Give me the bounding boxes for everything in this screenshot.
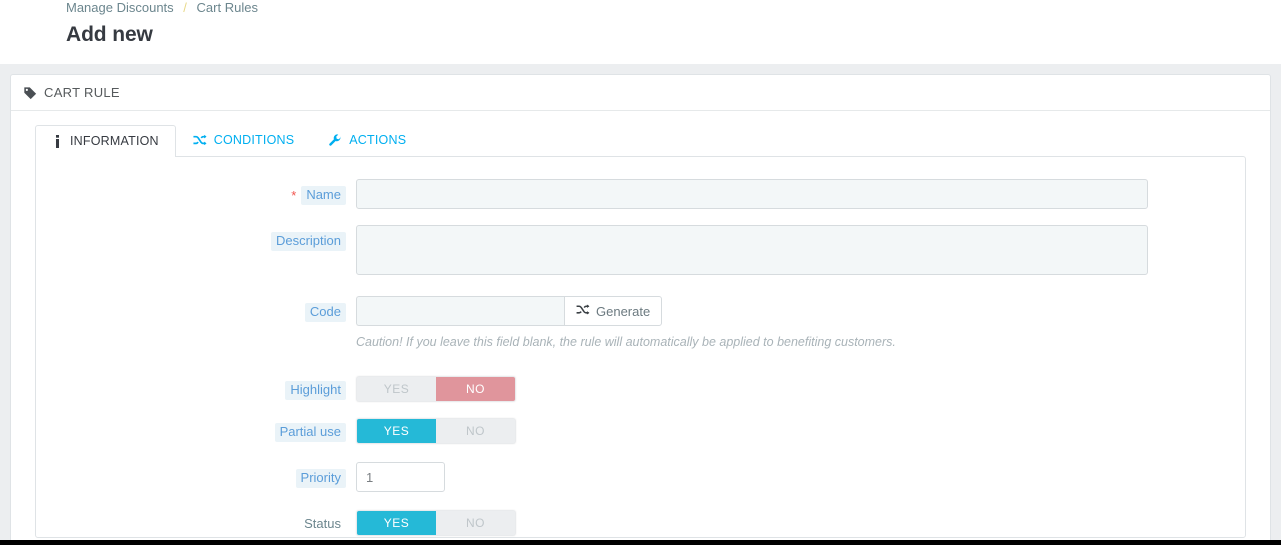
shuffle-icon: [193, 134, 207, 147]
partial-use-control: YES NO: [356, 418, 1245, 444]
tab-conditions-label: CONDITIONS: [213, 133, 295, 147]
tab-information-label: INFORMATION: [70, 134, 159, 148]
name-input[interactable]: [356, 179, 1148, 209]
name-label: Name: [301, 186, 346, 205]
priority-control: [356, 462, 1245, 492]
shuffle-icon: [576, 304, 590, 319]
partial-use-toggle[interactable]: YES NO: [356, 418, 516, 444]
generate-code-button[interactable]: Generate: [564, 296, 663, 326]
form-row-status: Status YES NO: [36, 510, 1245, 536]
partial-use-label-wrap: Partial use: [36, 418, 356, 442]
name-required-marker: *: [291, 188, 297, 203]
code-help-text: Caution! If you leave this field blank, …: [356, 335, 896, 349]
cart-rule-panel: CART RULE INFORMATION CONDITIONS ACTIONS…: [10, 74, 1271, 545]
generate-code-label: Generate: [596, 303, 651, 319]
priority-input[interactable]: [356, 462, 445, 492]
description-textarea[interactable]: [356, 225, 1148, 275]
highlight-label-wrap: Highlight: [36, 376, 356, 400]
partial-use-toggle-yes[interactable]: YES: [357, 419, 436, 443]
tag-icon: [23, 86, 37, 100]
code-label: Code: [304, 303, 346, 322]
highlight-toggle[interactable]: YES NO: [356, 376, 516, 402]
priority-label-wrap: Priority: [36, 462, 356, 488]
form-row-highlight: Highlight YES NO: [36, 376, 1245, 402]
page-header: Manage Discounts / Cart Rules Add new: [0, 0, 1281, 64]
status-toggle-no[interactable]: NO: [436, 511, 515, 535]
content-area: CART RULE INFORMATION CONDITIONS ACTIONS…: [0, 74, 1281, 545]
tab-panel-information: * Name Description Code Generate Caution…: [35, 156, 1246, 538]
breadcrumb-parent[interactable]: Manage Discounts: [66, 0, 174, 15]
form-row-partial-use: Partial use YES NO: [36, 418, 1245, 444]
name-control: [356, 179, 1245, 209]
code-control: Generate Caution! If you leave this fiel…: [356, 296, 1245, 350]
form-row-description: Description: [36, 225, 1245, 280]
partial-use-toggle-no[interactable]: NO: [436, 419, 515, 443]
description-control: [356, 225, 1245, 280]
code-label-wrap: Code: [36, 296, 356, 322]
status-label: Status: [304, 516, 341, 531]
tab-bar: INFORMATION CONDITIONS ACTIONS: [11, 111, 1270, 157]
info-icon: [52, 134, 63, 148]
highlight-label: Highlight: [285, 381, 346, 400]
description-label-wrap: Description: [36, 225, 356, 251]
breadcrumb: Manage Discounts / Cart Rules: [66, 0, 1281, 15]
tab-actions[interactable]: ACTIONS: [311, 124, 423, 156]
breadcrumb-current[interactable]: Cart Rules: [197, 0, 258, 15]
form-row-name: * Name: [36, 179, 1245, 209]
description-label: Description: [270, 232, 346, 251]
tab-information[interactable]: INFORMATION: [35, 125, 176, 157]
status-toggle-yes[interactable]: YES: [357, 511, 436, 535]
code-input[interactable]: [356, 296, 564, 326]
status-label-wrap: Status: [36, 510, 356, 534]
highlight-control: YES NO: [356, 376, 1245, 402]
status-control: YES NO: [356, 510, 1245, 536]
highlight-toggle-no[interactable]: NO: [436, 377, 515, 401]
code-input-group: Generate: [356, 296, 1245, 326]
tab-conditions[interactable]: CONDITIONS: [176, 124, 311, 156]
viewport-cutoff: [0, 540, 1281, 545]
panel-heading-label: CART RULE: [44, 84, 120, 100]
status-toggle[interactable]: YES NO: [356, 510, 516, 536]
partial-use-label: Partial use: [274, 423, 346, 442]
wrench-icon: [328, 133, 342, 147]
priority-label: Priority: [295, 469, 346, 488]
form-row-priority: Priority: [36, 462, 1245, 492]
breadcrumb-separator: /: [183, 0, 187, 15]
name-label-wrap: * Name: [36, 179, 356, 205]
page-root: Manage Discounts / Cart Rules Add new CA…: [0, 0, 1281, 545]
tab-actions-label: ACTIONS: [349, 133, 407, 147]
panel-heading: CART RULE: [11, 75, 1270, 111]
highlight-toggle-yes[interactable]: YES: [357, 377, 436, 401]
form-row-code: Code Generate Caution! If you leave this…: [36, 296, 1245, 350]
page-title: Add new: [66, 23, 153, 46]
page-background-band: [0, 64, 1281, 74]
